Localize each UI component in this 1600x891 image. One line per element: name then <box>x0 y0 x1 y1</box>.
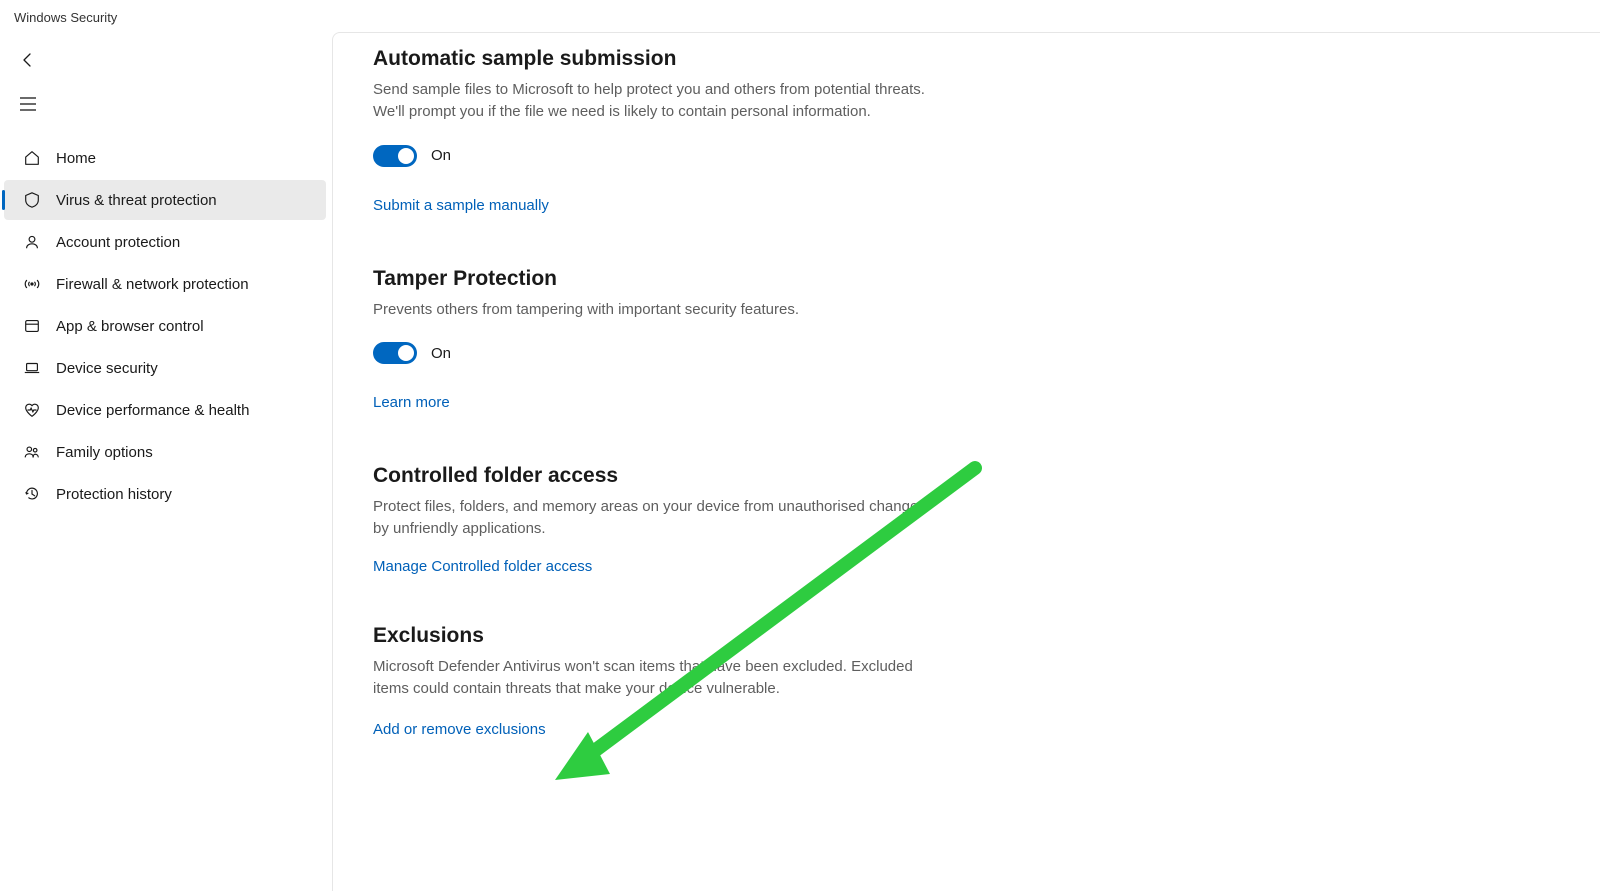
link-manage-cfa[interactable]: Manage Controlled folder access <box>373 558 592 575</box>
section-description: Prevents others from tampering with impo… <box>373 299 933 321</box>
antenna-icon <box>22 274 42 294</box>
back-button[interactable] <box>8 40 48 80</box>
section-automatic-sample: Automatic sample submission Send sample … <box>373 47 933 215</box>
sidebar-item-label: Virus & threat protection <box>56 192 217 209</box>
section-exclusions: Exclusions Microsoft Defender Antivirus … <box>373 624 933 740</box>
shield-icon <box>22 190 42 210</box>
window-title: Windows Security <box>14 10 117 25</box>
sidebar-item-label: Device security <box>56 360 158 377</box>
sidebar-item-performance[interactable]: Device performance & health <box>4 390 326 430</box>
sidebar-item-virus-threat[interactable]: Virus & threat protection <box>4 180 326 220</box>
section-description: Microsoft Defender Antivirus won't scan … <box>373 656 933 700</box>
people-icon <box>22 442 42 462</box>
section-title: Controlled folder access <box>373 464 933 488</box>
sidebar-item-account[interactable]: Account protection <box>4 222 326 262</box>
sidebar-item-history[interactable]: Protection history <box>4 474 326 514</box>
section-controlled-folder-access: Controlled folder access Protect files, … <box>373 464 933 576</box>
section-tamper-protection: Tamper Protection Prevents others from t… <box>373 267 933 413</box>
sidebar-item-label: Firewall & network protection <box>56 276 249 293</box>
link-submit-sample[interactable]: Submit a sample manually <box>373 197 549 214</box>
sidebar-item-label: Protection history <box>56 486 172 503</box>
sidebar-item-home[interactable]: Home <box>4 138 326 178</box>
link-add-remove-exclusions[interactable]: Add or remove exclusions <box>373 721 546 738</box>
heart-pulse-icon <box>22 400 42 420</box>
history-icon <box>22 484 42 504</box>
toggle-automatic-sample[interactable] <box>373 145 417 167</box>
link-learn-more-tamper[interactable]: Learn more <box>373 394 450 411</box>
nav-list: Home Virus & threat protection Account p… <box>0 138 330 514</box>
sidebar-item-app-browser[interactable]: App & browser control <box>4 306 326 346</box>
sidebar-item-device-security[interactable]: Device security <box>4 348 326 388</box>
window-icon <box>22 316 42 336</box>
sidebar-item-label: Device performance & health <box>56 402 249 419</box>
section-title: Tamper Protection <box>373 267 933 291</box>
toggle-tamper-protection[interactable] <box>373 342 417 364</box>
section-description: Send sample files to Microsoft to help p… <box>373 79 933 123</box>
sidebar-item-firewall[interactable]: Firewall & network protection <box>4 264 326 304</box>
sidebar-item-label: App & browser control <box>56 318 204 335</box>
section-title: Automatic sample submission <box>373 47 933 71</box>
sidebar-item-family[interactable]: Family options <box>4 432 326 472</box>
content-pane: Automatic sample submission Send sample … <box>332 32 1600 891</box>
sidebar-item-label: Home <box>56 150 96 167</box>
home-icon <box>22 148 42 168</box>
section-title: Exclusions <box>373 624 933 648</box>
toggle-state-label: On <box>431 345 451 362</box>
sidebar: Home Virus & threat protection Account p… <box>0 40 330 891</box>
section-description: Protect files, folders, and memory areas… <box>373 496 933 540</box>
sidebar-item-label: Account protection <box>56 234 180 251</box>
toggle-state-label: On <box>431 147 451 164</box>
sidebar-item-label: Family options <box>56 444 153 461</box>
person-icon <box>22 232 42 252</box>
hamburger-button[interactable] <box>8 84 48 124</box>
laptop-icon <box>22 358 42 378</box>
